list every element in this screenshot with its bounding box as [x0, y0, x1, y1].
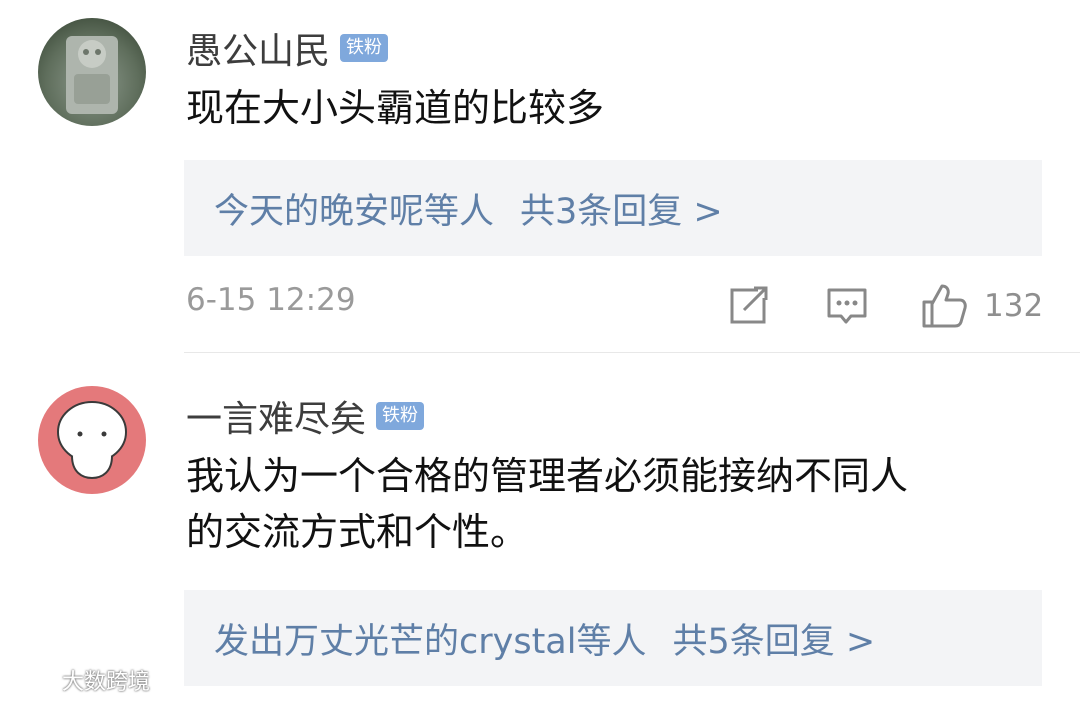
fan-badge: 铁粉: [340, 34, 389, 62]
replies-users: 今天的晚安呢等人: [214, 191, 495, 232]
watermark-text: 大数跨境: [62, 670, 151, 695]
replies-users: 发出万丈光芒的crystal等人: [214, 621, 647, 662]
username[interactable]: 愚公山民 铁粉: [186, 22, 389, 74]
comment-text: 现在大小头霸道的比较多: [186, 86, 605, 130]
username-text[interactable]: 一言难尽矣: [186, 390, 366, 442]
username-text[interactable]: 愚公山民: [186, 22, 330, 74]
avatar[interactable]: [38, 18, 146, 126]
watermark-logo-icon: [10, 671, 56, 688]
action-bar: 132: [0, 282, 1080, 332]
comment-text-line: 的交流方式和个性。: [186, 510, 529, 554]
comment-text: 我认为一个合格的管理者必须能接纳不同人 的交流方式和个性。: [186, 448, 1046, 560]
like-count: 132: [984, 288, 1044, 324]
statue-avatar-image: [66, 36, 118, 114]
thumbs-up-icon[interactable]: [920, 282, 968, 334]
comment-icon[interactable]: [826, 286, 868, 332]
avatar[interactable]: [38, 386, 146, 494]
fan-badge: 铁粉: [376, 402, 425, 430]
username[interactable]: 一言难尽矣 铁粉: [186, 390, 425, 442]
share-icon[interactable]: [728, 286, 770, 330]
replies-link[interactable]: 发出万丈光芒的crystal等人 共5条回复 >: [184, 590, 1042, 686]
replies-count: 共3条回复 >: [520, 191, 723, 232]
comment-item: 愚公山民 铁粉 现在大小头霸道的比较多 今天的晚安呢等人 共3条回复 > 6-1…: [0, 0, 1080, 352]
watermark: 大数跨境: [8, 664, 150, 696]
comment-text-line: 我认为一个合格的管理者必须能接纳不同人: [186, 454, 909, 498]
replies-link[interactable]: 今天的晚安呢等人 共3条回复 >: [184, 160, 1042, 256]
comment-item: 一言难尽矣 铁粉 我认为一个合格的管理者必须能接纳不同人 的交流方式和个性。 发…: [0, 352, 1080, 704]
cartoon-avatar-image: [57, 401, 127, 480]
replies-count: 共5条回复 >: [672, 621, 876, 662]
